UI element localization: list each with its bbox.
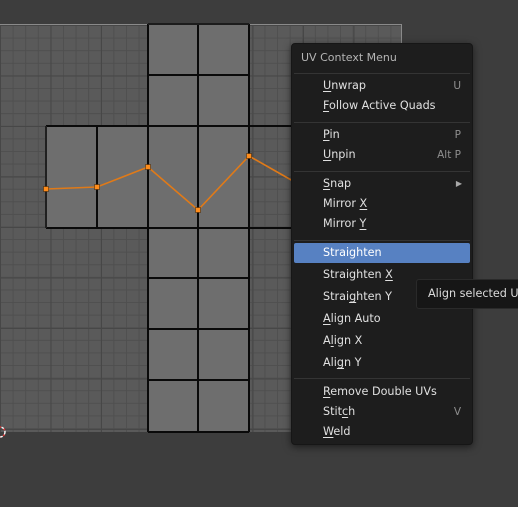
- menu-item-pin[interactable]: Pin P: [294, 125, 470, 145]
- submenu-arrow-icon: ▶: [455, 179, 462, 188]
- menu-separator: [294, 171, 470, 172]
- menu-separator: [294, 73, 470, 74]
- selected-vertex: [145, 164, 151, 170]
- selected-vertex: [246, 153, 252, 159]
- menu-separator: [294, 240, 470, 241]
- menu-item-weld[interactable]: Weld: [294, 422, 470, 442]
- menu-item-align-y[interactable]: Align Y: [294, 353, 470, 373]
- menu-title: UV Context Menu: [301, 51, 397, 64]
- menu-item-unwrap[interactable]: Unwrap U: [294, 76, 470, 96]
- tooltip: Align selected UV: [416, 279, 518, 309]
- menu-item-remove-double-uvs[interactable]: Remove Double UVs: [294, 382, 470, 402]
- menu-item-stitch[interactable]: Stitch V: [294, 402, 470, 422]
- menu-item-unpin[interactable]: Unpin Alt P: [294, 145, 470, 165]
- menu-item-snap[interactable]: Snap ▶: [294, 174, 470, 194]
- menu-item-follow-active-quads[interactable]: Follow Active Quads: [294, 96, 470, 116]
- shortcut-label: V: [453, 406, 461, 418]
- menu-separator: [294, 378, 470, 379]
- uv-context-menu[interactable]: UV Context Menu Unwrap U Follow Active Q…: [291, 43, 473, 445]
- shortcut-label: U: [453, 80, 461, 92]
- selected-vertex: [94, 184, 100, 190]
- menu-item-align-auto[interactable]: Align Auto: [294, 309, 470, 329]
- menu-item-align-x[interactable]: Align X: [294, 331, 470, 351]
- menu-item-mirror-y[interactable]: Mirror Y: [294, 214, 470, 234]
- menu-separator: [294, 122, 470, 123]
- selected-vertex: [43, 186, 49, 192]
- shortcut-label: P: [454, 129, 461, 141]
- menu-item-mirror-x[interactable]: Mirror X: [294, 194, 470, 214]
- 2d-cursor-icon[interactable]: [0, 424, 10, 440]
- shortcut-label: Alt P: [437, 149, 461, 161]
- menu-item-straighten[interactable]: Straighten: [294, 243, 470, 263]
- selected-vertex: [195, 207, 201, 213]
